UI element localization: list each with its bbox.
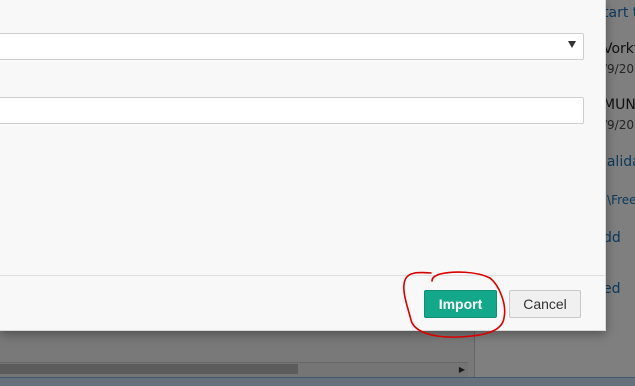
chevron-down-icon[interactable] <box>568 41 576 48</box>
source-select[interactable] <box>0 33 584 60</box>
footer-divider <box>0 275 605 276</box>
import-dialog: Import Cancel <box>0 0 606 331</box>
file-path-input[interactable] <box>0 97 584 124</box>
cancel-button[interactable]: Cancel <box>509 290 581 318</box>
import-button[interactable]: Import <box>424 290 497 318</box>
